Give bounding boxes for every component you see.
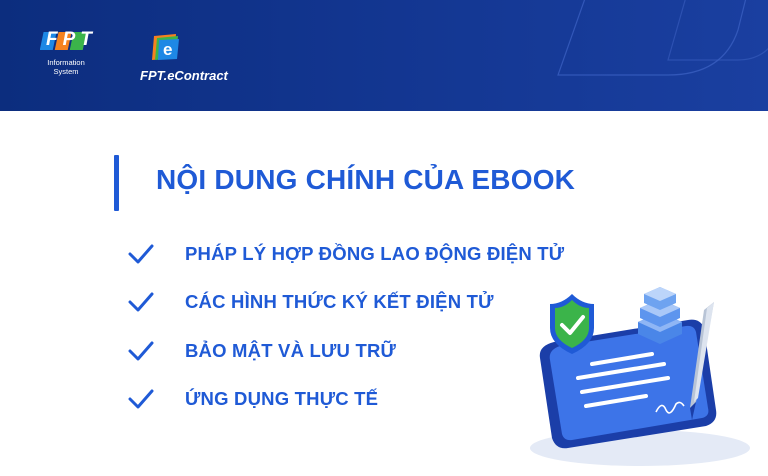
econtract-icon: e [152, 34, 179, 60]
header-decoration [557, 0, 768, 76]
checkmark-icon [128, 292, 154, 312]
fpt-logo: FPT Information System [40, 30, 96, 76]
econtract-name: FPT.eContract [140, 68, 228, 83]
contract-illustration [530, 287, 750, 466]
list-item-label: PHÁP LÝ HỢP ĐỒNG LAO ĐỘNG ĐIỆN TỬ [185, 243, 565, 264]
list-item-label: CÁC HÌNH THỨC KÝ KẾT ĐIỆN TỬ [185, 291, 494, 312]
checkmark-icon [128, 341, 154, 361]
title-accent-bar [114, 155, 119, 211]
header-banner: FPT Information System e FPT.eContract [0, 0, 768, 111]
checkmark-icon [128, 244, 154, 264]
fpt-subtitle-line2: System [53, 67, 79, 76]
list-item-label: ỨNG DỤNG THỰC TẾ [185, 388, 379, 409]
page-title: NỘI DUNG CHÍNH CỦA EBOOK [156, 164, 576, 195]
fpt-subtitle-line1: Information [47, 58, 85, 67]
checkmark-icon [128, 389, 154, 409]
database-stack-icon [638, 287, 682, 344]
list-item-label: BẢO MẬT VÀ LƯU TRỮ [185, 340, 397, 361]
econtract-icon-letter: e [163, 40, 172, 59]
fpt-logo-text: FPT [46, 29, 97, 50]
